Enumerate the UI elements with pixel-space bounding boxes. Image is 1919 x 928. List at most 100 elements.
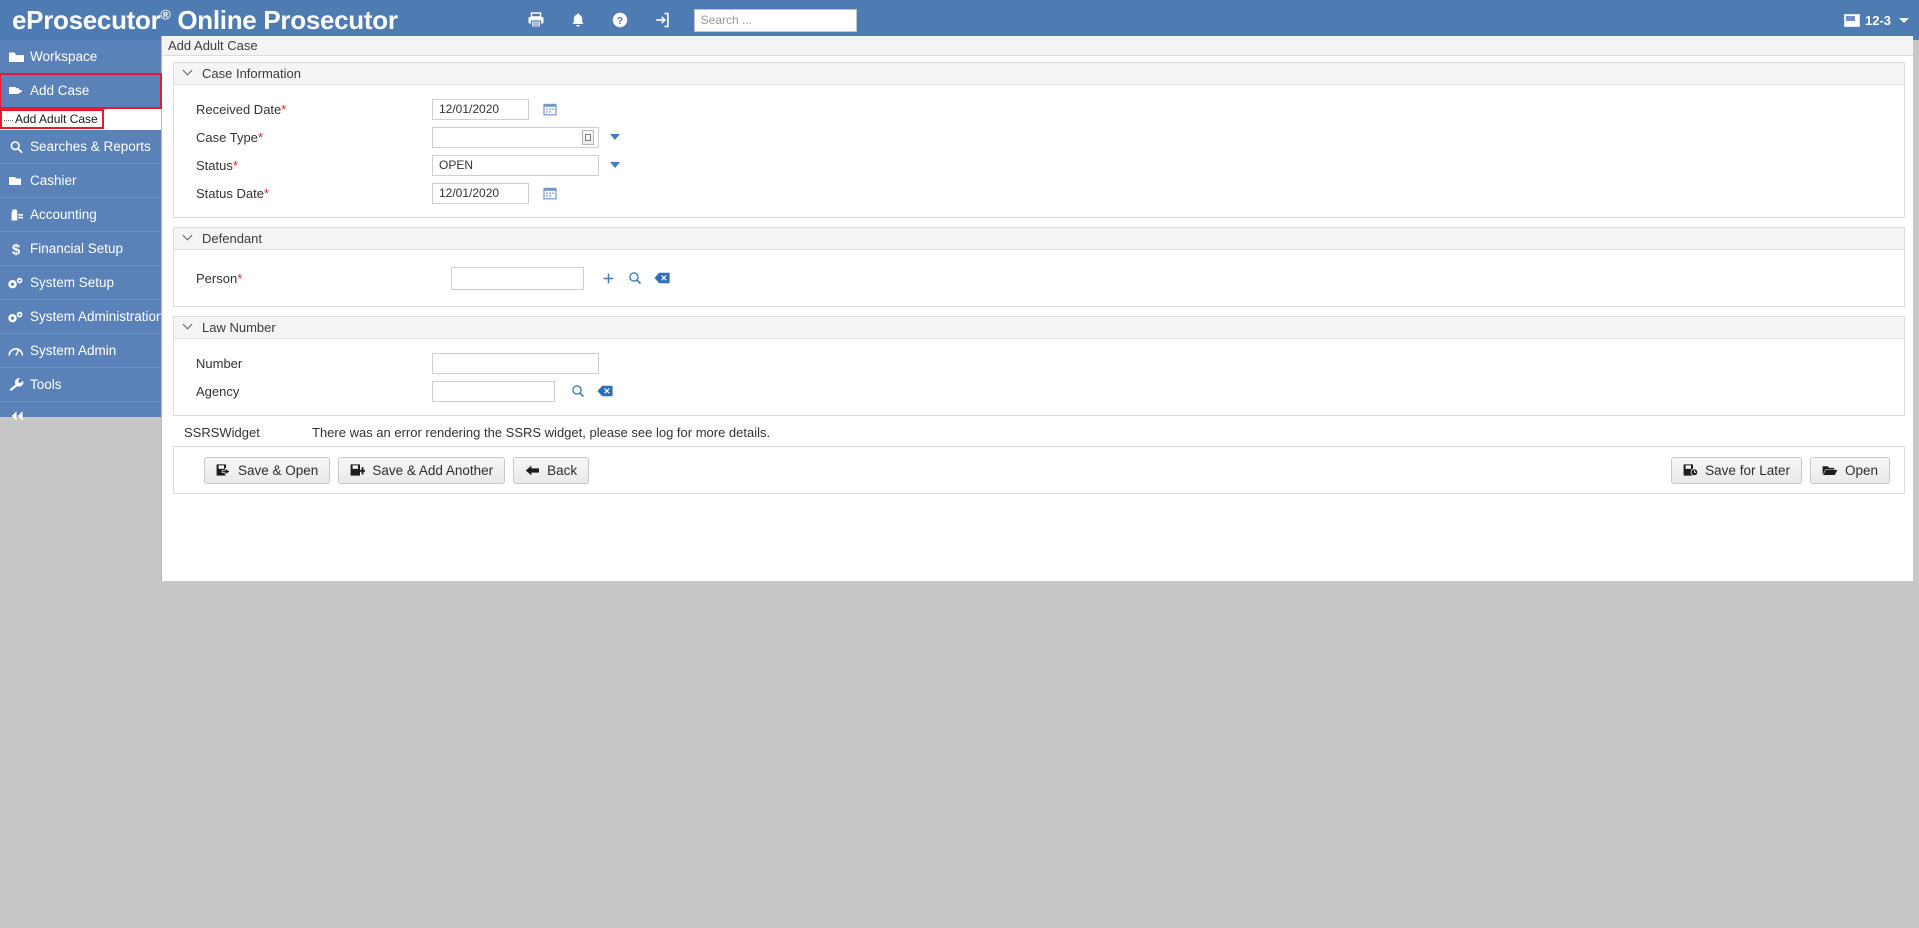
sidebar-submenu-item-label: Add Adult Case: [15, 112, 98, 126]
user-menu[interactable]: 12-3: [1843, 0, 1909, 40]
required-marker: *: [281, 101, 287, 117]
section-title: Law Number: [202, 320, 276, 335]
sidebar-item-accounting[interactable]: Accounting: [0, 198, 161, 232]
sidebar-item-label: Accounting: [30, 207, 97, 222]
label-text: Case Type: [196, 129, 258, 145]
section-body-law-number: Number Agency: [174, 339, 1904, 415]
sidebar-item-label: Searches & Reports: [30, 139, 151, 154]
svg-text:?: ?: [616, 15, 622, 27]
field-status-date: Status Date*: [174, 179, 1904, 207]
field-label: Case Type*: [174, 130, 432, 145]
search-person-icon[interactable]: [628, 271, 642, 285]
sidebar-submenu-item-add-adult-case[interactable]: Add Adult Case: [0, 109, 104, 129]
accounting-icon: [7, 207, 25, 223]
label-text: Received Date: [196, 101, 282, 117]
field-label: Number: [174, 356, 432, 371]
ssrs-widget-row: SSRSWidget There was an error rendering …: [173, 425, 1905, 440]
submenu-dash-icon: [4, 119, 13, 121]
save-add-icon: [350, 463, 366, 477]
label-text: Status Date: [196, 185, 264, 201]
case-type-combo[interactable]: [432, 126, 599, 148]
field-label: Received Date*: [174, 102, 432, 117]
sidebar-item-add-case[interactable]: Add Case: [0, 73, 162, 109]
law-number-input[interactable]: [432, 352, 599, 374]
sign-out-icon[interactable]: [652, 10, 672, 30]
chevron-down-icon[interactable]: [184, 67, 193, 76]
button-label: Open: [1844, 462, 1878, 478]
agency-input[interactable]: [432, 380, 555, 402]
required-marker: *: [263, 185, 269, 201]
field-case-type: Case Type*: [174, 123, 1904, 151]
sidebar-item-system-admin[interactable]: System Admin: [0, 334, 161, 368]
print-icon[interactable]: [526, 10, 546, 30]
status-date-input[interactable]: [432, 182, 529, 204]
sidebar-item-financial-setup[interactable]: $ Financial Setup: [0, 232, 161, 266]
clear-agency-icon[interactable]: [597, 385, 613, 397]
calendar-icon[interactable]: [543, 102, 557, 116]
sidebar-item-searches-reports[interactable]: Searches & Reports: [0, 130, 161, 164]
brand-main: eProsecutor: [12, 4, 161, 35]
sidebar-item-label: Workspace: [30, 49, 98, 64]
section-header-case-information[interactable]: Case Information: [174, 63, 1904, 85]
field-label: Person*: [174, 271, 432, 286]
lookup-icon[interactable]: [582, 129, 594, 145]
open-button[interactable]: Open: [1809, 456, 1890, 484]
field-agency: Agency: [174, 377, 1904, 405]
sidebar-collapse-toggle[interactable]: [0, 402, 161, 434]
button-label: Save for Later: [1705, 462, 1790, 478]
button-label: Save & Add Another: [372, 462, 494, 478]
folder-open-icon: [1822, 464, 1838, 477]
section-defendant: Defendant Person*: [173, 227, 1905, 307]
chevron-down-icon[interactable]: [610, 134, 620, 140]
save-and-open-button[interactable]: Save & Open: [204, 456, 331, 484]
person-input[interactable]: [451, 266, 584, 290]
sidebar-item-system-setup[interactable]: System Setup: [0, 266, 161, 300]
field-label: Agency: [174, 384, 432, 399]
app-brand: eProsecutor® Online Prosecutor: [12, 5, 398, 36]
gears-icon: [7, 309, 25, 325]
notifications-bell-icon[interactable]: [568, 10, 588, 30]
back-button[interactable]: Back: [513, 456, 590, 484]
field-label: Status Date*: [174, 186, 432, 201]
field-label: Status*: [174, 158, 432, 173]
section-law-number: Law Number Number Agency: [173, 316, 1905, 416]
save-later-icon: [1683, 463, 1699, 477]
label-text: Number: [196, 355, 243, 371]
calendar-icon[interactable]: [543, 186, 557, 200]
button-label: Back: [547, 462, 578, 478]
header-icon-group: ?: [526, 10, 672, 30]
sidebar-item-system-administration[interactable]: System Administration: [0, 300, 164, 334]
button-label: Save & Open: [238, 462, 319, 478]
section-header-law-number[interactable]: Law Number: [174, 317, 1904, 339]
section-title: Defendant: [202, 231, 262, 246]
sidebar-item-tools[interactable]: Tools: [0, 368, 161, 402]
search-icon: [7, 139, 25, 155]
main-content-panel: Add Adult Case Case Information Received…: [161, 36, 1913, 581]
save-and-add-another-button[interactable]: Save & Add Another: [338, 456, 506, 484]
section-header-defendant[interactable]: Defendant: [174, 228, 1904, 250]
workspace-icon: [7, 49, 25, 65]
required-marker: *: [237, 270, 243, 286]
sidebar-item-workspace[interactable]: Workspace: [0, 40, 161, 74]
section-case-information: Case Information Received Date* Case Typ…: [173, 62, 1905, 218]
label-text: Agency: [196, 383, 240, 399]
page-title: Add Adult Case: [162, 36, 1913, 56]
add-person-icon[interactable]: [602, 272, 615, 285]
sidebar-item-cashier[interactable]: Cashier: [0, 164, 161, 198]
search-agency-icon[interactable]: [571, 384, 585, 398]
svg-text:$: $: [12, 241, 21, 257]
search-input[interactable]: [693, 8, 857, 32]
chevron-down-icon[interactable]: [184, 321, 193, 330]
user-badge-icon: [1843, 13, 1860, 27]
received-date-input[interactable]: [432, 98, 529, 120]
add-case-icon: [7, 83, 25, 99]
help-icon[interactable]: ?: [610, 10, 630, 30]
back-arrow-icon: [525, 464, 540, 477]
status-combo[interactable]: OPEN: [432, 154, 599, 176]
clear-person-icon[interactable]: [654, 272, 670, 284]
user-label: 12-3: [1864, 12, 1891, 28]
chevron-down-icon[interactable]: [610, 162, 620, 168]
chevron-down-icon[interactable]: [184, 232, 193, 241]
save-for-later-button[interactable]: Save for Later: [1671, 456, 1802, 484]
sidebar-item-label: System Administration: [30, 309, 164, 324]
